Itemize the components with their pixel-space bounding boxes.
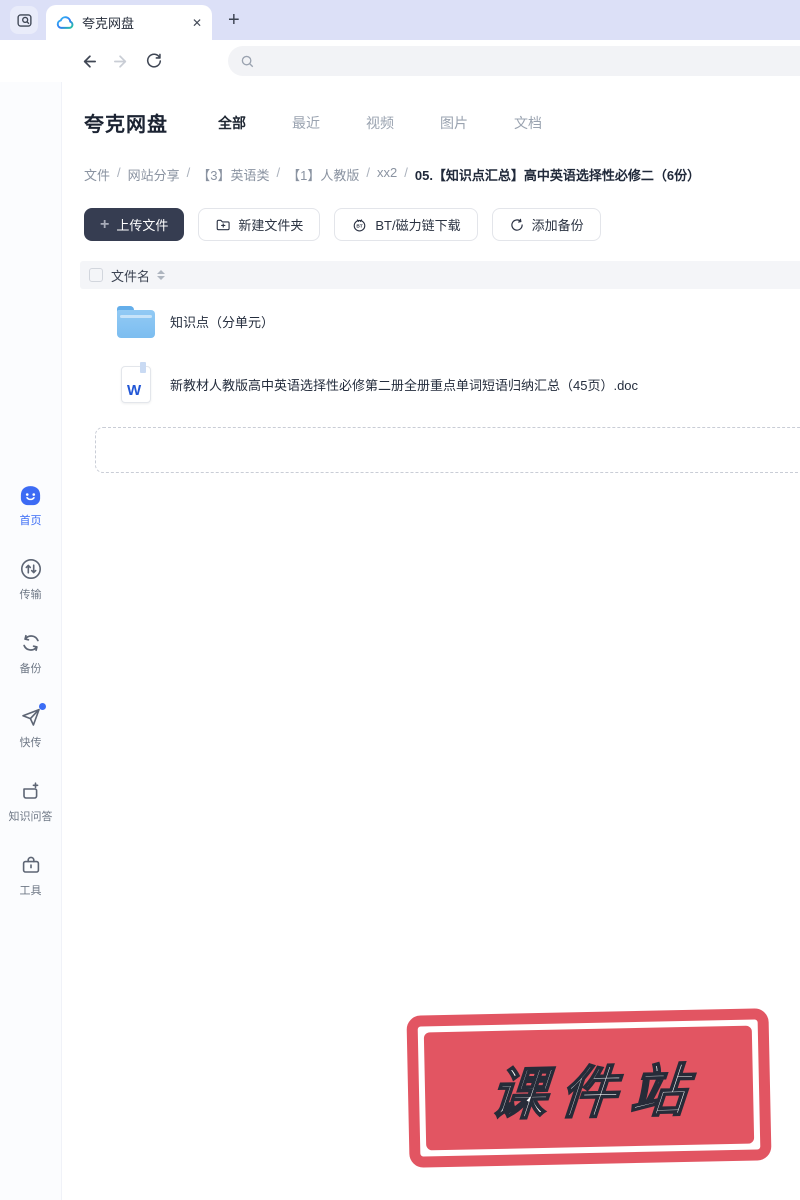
sidebar-item-backup[interactable]: 备份 bbox=[0, 630, 61, 676]
word-letter: W bbox=[127, 382, 142, 399]
stamp-background: 课件站 bbox=[423, 1025, 755, 1151]
sidebar-item-knowledge-qa[interactable]: 知识问答 bbox=[0, 778, 61, 824]
filename-column-header: 文件名 bbox=[111, 268, 151, 284]
refresh-button[interactable] bbox=[144, 51, 164, 71]
app-sidebar: 首页 传输 备份 快传 知识问答 工具 bbox=[0, 82, 62, 1200]
file-table-header: 文件名 bbox=[80, 261, 800, 289]
forward-arrow-icon bbox=[113, 54, 126, 68]
breadcrumb-separator: / bbox=[366, 165, 370, 180]
tab-title: 夸克网盘 bbox=[82, 16, 135, 31]
sidebar-label-backup: 备份 bbox=[19, 663, 42, 675]
new-folder-button[interactable]: 新建文件夹 bbox=[198, 208, 321, 241]
sidebar-nav: 首页 传输 备份 快传 知识问答 工具 bbox=[0, 482, 61, 898]
add-backup-label: 添加备份 bbox=[531, 218, 584, 233]
folder-icon bbox=[117, 305, 155, 338]
upload-dropzone[interactable] bbox=[95, 427, 800, 473]
breadcrumb-link-files[interactable]: 文件 bbox=[84, 165, 110, 184]
sort-asc-icon bbox=[157, 270, 166, 274]
breadcrumb-link-xx2[interactable]: xx2 bbox=[377, 165, 397, 184]
table-row-doc[interactable]: W 新教材人教版高中英语选择性必修第二册全册重点单词短语归纳汇总（45页）.do… bbox=[62, 354, 800, 415]
sidebar-label-transfer: 传输 bbox=[19, 589, 42, 601]
tab-videos[interactable]: 视频 bbox=[366, 113, 394, 133]
browser-tab-quark[interactable]: 夸克网盘 ✕ bbox=[46, 5, 212, 40]
toolbox-icon bbox=[18, 852, 44, 878]
search-icon bbox=[241, 55, 254, 67]
tab-recent[interactable]: 最近 bbox=[292, 113, 320, 133]
sidebar-label-knowledge-qa: 知识问答 bbox=[8, 811, 53, 823]
refresh-icon bbox=[146, 53, 162, 68]
file-name[interactable]: 知识点（分单元） bbox=[170, 312, 274, 331]
breadcrumb-separator: / bbox=[404, 165, 408, 180]
sort-toggle[interactable] bbox=[157, 270, 166, 280]
knowledge-add-icon bbox=[18, 778, 44, 804]
sort-desc-icon bbox=[157, 276, 166, 280]
breadcrumb-link-site-share[interactable]: 网站分享 bbox=[128, 165, 180, 184]
back-arrow-icon bbox=[83, 54, 96, 68]
action-buttons: + 上传文件 新建文件夹 BT BT/磁力链下载 添加备份 bbox=[84, 208, 800, 241]
tab-images[interactable]: 图片 bbox=[440, 113, 468, 133]
transfer-icon bbox=[18, 556, 44, 582]
tab-close-icon[interactable]: ✕ bbox=[192, 16, 202, 30]
svg-text:BT: BT bbox=[357, 224, 363, 230]
bt-download-icon: BT bbox=[354, 219, 366, 232]
bt-magnet-download-button[interactable]: BT BT/磁力链下载 bbox=[334, 208, 478, 241]
address-search-bar[interactable] bbox=[228, 46, 800, 76]
new-folder-label: 新建文件夹 bbox=[238, 218, 304, 233]
sidebar-item-tools[interactable]: 工具 bbox=[0, 852, 61, 898]
backup-sync-icon bbox=[18, 630, 44, 656]
tab-search-button[interactable] bbox=[10, 6, 38, 34]
bt-download-label: BT/磁力链下载 bbox=[375, 218, 461, 233]
backup-circle-icon bbox=[510, 218, 523, 231]
new-tab-button[interactable]: + bbox=[228, 10, 240, 30]
home-cloud-icon bbox=[18, 482, 44, 508]
breadcrumb-separator: / bbox=[186, 165, 191, 180]
word-doc-icon: W bbox=[121, 362, 151, 403]
back-button[interactable] bbox=[78, 51, 98, 71]
quark-favicon bbox=[56, 15, 74, 29]
breadcrumb-link-english[interactable]: 【3】英语类 bbox=[197, 165, 269, 184]
stamp-text: 课件站 bbox=[487, 1057, 704, 1126]
paper-plane-icon bbox=[18, 703, 46, 730]
sidebar-item-quick-send[interactable]: 快传 bbox=[0, 703, 61, 750]
upload-file-label: 上传文件 bbox=[116, 218, 169, 233]
sidebar-label-quick-send: 快传 bbox=[19, 737, 42, 749]
sidebar-item-home[interactable]: 首页 bbox=[0, 482, 61, 528]
table-row-folder[interactable]: 知识点（分单元） bbox=[62, 291, 800, 352]
file-name[interactable]: 新教材人教版高中英语选择性必修第二册全册重点单词短语归纳汇总（45页）.doc bbox=[170, 375, 638, 394]
browser-tab-bar: 夸克网盘 ✕ + bbox=[0, 0, 800, 40]
breadcrumb: 文件 / 网站分享 / 【3】英语类 / 【1】人教版 / xx2 / 05.【… bbox=[84, 165, 800, 184]
forward-button[interactable] bbox=[111, 51, 131, 71]
sidebar-label-tools: 工具 bbox=[19, 885, 42, 897]
view-tabs: 全部 最近 视频 图片 文档 bbox=[218, 113, 542, 133]
select-all-checkbox[interactable] bbox=[89, 268, 103, 282]
folder-plus-icon bbox=[217, 219, 230, 230]
sidebar-label-home: 首页 bbox=[19, 515, 42, 527]
breadcrumb-separator: / bbox=[276, 165, 281, 180]
breadcrumb-current: 05.【知识点汇总】高中英语选择性必修二（6份） bbox=[414, 168, 701, 183]
breadcrumb-separator: / bbox=[117, 165, 121, 180]
plus-icon: + bbox=[100, 215, 110, 233]
browser-toolbar bbox=[0, 40, 800, 82]
window-search-icon bbox=[16, 13, 32, 27]
tab-all[interactable]: 全部 bbox=[218, 113, 246, 133]
page-title: 夸克网盘 bbox=[84, 114, 168, 136]
upload-file-button[interactable]: + 上传文件 bbox=[84, 208, 185, 241]
add-backup-button[interactable]: 添加备份 bbox=[491, 208, 601, 241]
tab-documents[interactable]: 文档 bbox=[514, 113, 542, 133]
breadcrumb-link-pep[interactable]: 【1】人教版 bbox=[287, 165, 359, 184]
sidebar-item-transfer[interactable]: 传输 bbox=[0, 556, 61, 602]
watermark-stamp: 课件站 bbox=[406, 1008, 772, 1168]
notification-dot bbox=[38, 703, 46, 710]
